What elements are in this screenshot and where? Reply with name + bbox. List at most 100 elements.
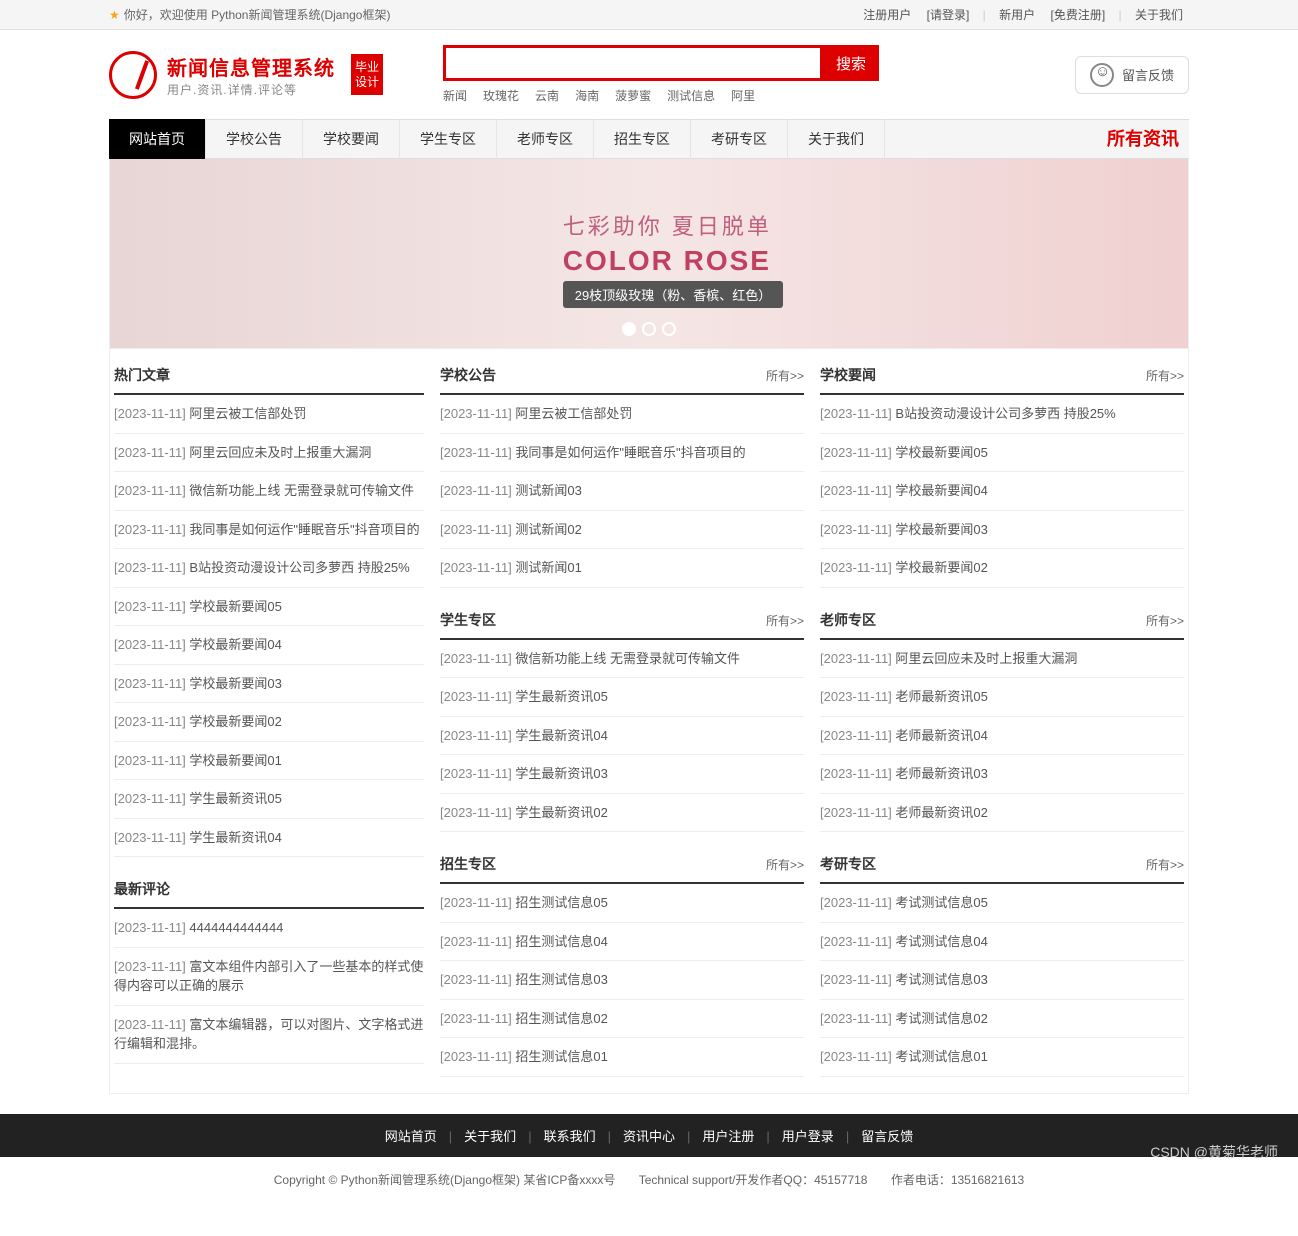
list-item[interactable]: [2023-11-11] 我同事是如何运作"睡眠音乐"抖音项目的: [440, 434, 804, 473]
list-item[interactable]: [2023-11-11] 考试测试信息05: [820, 884, 1184, 923]
school-news-list: [2023-11-11] B站投资动漫设计公司多萝西 持股25%[2023-11…: [820, 395, 1184, 588]
list-item[interactable]: [2023-11-11] 招生测试信息02: [440, 1000, 804, 1039]
nav-item[interactable]: 学校公告: [206, 119, 303, 159]
footer-link[interactable]: 联系我们: [544, 1129, 596, 1144]
list-item[interactable]: [2023-11-11] 学校最新要闻01: [114, 742, 424, 781]
enroll-zone-title: 招生专区: [440, 854, 496, 874]
list-item[interactable]: [2023-11-11] 招生测试信息04: [440, 923, 804, 962]
list-item[interactable]: [2023-11-11] 4444444444444: [114, 909, 424, 948]
list-item[interactable]: [2023-11-11] 学校最新要闻03: [114, 665, 424, 704]
list-item[interactable]: [2023-11-11] 阿里云被工信部处罚: [440, 395, 804, 434]
nav-item[interactable]: 网站首页: [109, 119, 206, 159]
list-item[interactable]: [2023-11-11] 招生测试信息05: [440, 884, 804, 923]
free-register-link[interactable]: [免费注册]: [1051, 8, 1106, 22]
list-item[interactable]: [2023-11-11] 考试测试信息04: [820, 923, 1184, 962]
footer-link[interactable]: 用户登录: [782, 1129, 834, 1144]
list-item[interactable]: [2023-11-11] 学校最新要闻02: [820, 549, 1184, 588]
list-item[interactable]: [2023-11-11] 测试新闻03: [440, 472, 804, 511]
list-item[interactable]: [2023-11-11] 老师最新资讯02: [820, 794, 1184, 833]
list-item[interactable]: [2023-11-11] 学生最新资讯05: [114, 780, 424, 819]
hot-articles-title: 热门文章: [114, 365, 424, 395]
footer-link[interactable]: 资讯中心: [623, 1129, 675, 1144]
more-link[interactable]: 所有>>: [766, 367, 804, 384]
more-link[interactable]: 所有>>: [1146, 367, 1184, 384]
list-item[interactable]: [2023-11-11] 招生测试信息03: [440, 961, 804, 1000]
student-zone-list: [2023-11-11] 微信新功能上线 无需登录就可传输文件[2023-11-…: [440, 640, 804, 833]
list-item[interactable]: [2023-11-11] 考试测试信息01: [820, 1038, 1184, 1077]
list-item[interactable]: [2023-11-11] 我同事是如何运作"睡眠音乐"抖音项目的: [114, 511, 424, 550]
list-item[interactable]: [2023-11-11] 学生最新资讯04: [440, 717, 804, 756]
hot-word[interactable]: 测试信息: [667, 89, 715, 103]
list-item[interactable]: [2023-11-11] 学生最新资讯04: [114, 819, 424, 858]
footer: 网站首页|关于我们|联系我们|资讯中心|用户注册|用户登录|留言反馈 Copyr…: [0, 1114, 1298, 1202]
more-link[interactable]: 所有>>: [766, 856, 804, 873]
list-item[interactable]: [2023-11-11] 学校最新要闻05: [820, 434, 1184, 473]
hot-word[interactable]: 海南: [575, 89, 599, 103]
hot-word[interactable]: 云南: [535, 89, 559, 103]
hot-word[interactable]: 阿里: [731, 89, 755, 103]
school-news-title: 学校要闻: [820, 365, 876, 385]
list-item[interactable]: [2023-11-11] 学生最新资讯03: [440, 755, 804, 794]
teacher-zone-list: [2023-11-11] 阿里云回应未及时上报重大漏洞[2023-11-11] …: [820, 640, 1184, 833]
list-item[interactable]: [2023-11-11] 测试新闻01: [440, 549, 804, 588]
list-item[interactable]: [2023-11-11] 老师最新资讯05: [820, 678, 1184, 717]
enroll-zone-list: [2023-11-11] 招生测试信息05[2023-11-11] 招生测试信息…: [440, 884, 804, 1077]
list-item[interactable]: [2023-11-11] 富文本组件内部引入了一些基本的样式使得内容可以正确的展…: [114, 948, 424, 1006]
school-notice-title: 学校公告: [440, 365, 496, 385]
hot-word[interactable]: 新闻: [443, 89, 467, 103]
more-link[interactable]: 所有>>: [1146, 856, 1184, 873]
author-phone: 作者电话：13516821613: [891, 1173, 1024, 1187]
list-item[interactable]: [2023-11-11] 测试新闻02: [440, 511, 804, 550]
nav-item[interactable]: 招生专区: [594, 119, 691, 159]
footer-link[interactable]: 用户注册: [702, 1129, 754, 1144]
more-link[interactable]: 所有>>: [766, 612, 804, 629]
nav-item[interactable]: 老师专区: [497, 119, 594, 159]
list-item[interactable]: [2023-11-11] 招生测试信息01: [440, 1038, 804, 1077]
list-item[interactable]: [2023-11-11] 考试测试信息02: [820, 1000, 1184, 1039]
list-item[interactable]: [2023-11-11] 学校最新要闻05: [114, 588, 424, 627]
list-item[interactable]: [2023-11-11] 老师最新资讯03: [820, 755, 1184, 794]
list-item[interactable]: [2023-11-11] 学校最新要闻02: [114, 703, 424, 742]
nav-item[interactable]: 考研专区: [691, 119, 788, 159]
list-item[interactable]: [2023-11-11] B站投资动漫设计公司多萝西 持股25%: [114, 549, 424, 588]
search-input[interactable]: [443, 45, 823, 81]
hot-articles-list: [2023-11-11] 阿里云被工信部处罚[2023-11-11] 阿里云回应…: [114, 395, 424, 857]
all-news-link[interactable]: 所有资讯: [1087, 119, 1189, 159]
footer-link[interactable]: 留言反馈: [861, 1129, 913, 1144]
login-link[interactable]: [请登录]: [927, 8, 970, 22]
latest-comments-list: [2023-11-11] 4444444444444[2023-11-11] 富…: [114, 909, 424, 1064]
tech-support: Technical support/开发作者QQ：45157718: [639, 1173, 868, 1187]
list-item[interactable]: [2023-11-11] 学生最新资讯02: [440, 794, 804, 833]
list-item[interactable]: [2023-11-11] 微信新功能上线 无需登录就可传输文件: [114, 472, 424, 511]
hot-word[interactable]: 菠萝蜜: [615, 89, 651, 103]
footer-nav: 网站首页|关于我们|联系我们|资讯中心|用户注册|用户登录|留言反馈: [0, 1114, 1298, 1157]
list-item[interactable]: [2023-11-11] 学校最新要闻04: [114, 626, 424, 665]
banner[interactable]: 七彩助你 夏日脱单 COLOR ROSE 29枝顶级玫瑰（粉、香槟、红色）: [109, 159, 1189, 349]
list-item[interactable]: [2023-11-11] 考试测试信息03: [820, 961, 1184, 1000]
search-button[interactable]: 搜索: [823, 45, 879, 81]
list-item[interactable]: [2023-11-11] 阿里云被工信部处罚: [114, 395, 424, 434]
list-item[interactable]: [2023-11-11] 学校最新要闻04: [820, 472, 1184, 511]
list-item[interactable]: [2023-11-11] 阿里云回应未及时上报重大漏洞: [114, 434, 424, 473]
list-item[interactable]: [2023-11-11] 老师最新资讯04: [820, 717, 1184, 756]
footer-link[interactable]: 网站首页: [385, 1129, 437, 1144]
nav-item[interactable]: 学校要闻: [303, 119, 400, 159]
carousel-dots[interactable]: [622, 322, 676, 336]
list-item[interactable]: [2023-11-11] 富文本编辑器，可以对图片、文字格式进行编辑和混排。: [114, 1006, 424, 1064]
list-item[interactable]: [2023-11-11] 阿里云回应未及时上报重大漏洞: [820, 640, 1184, 679]
list-item[interactable]: [2023-11-11] 学生最新资讯05: [440, 678, 804, 717]
list-item[interactable]: [2023-11-11] 微信新功能上线 无需登录就可传输文件: [440, 640, 804, 679]
site-header: 新闻信息管理系统 用户.资讯.详情.评论等 毕业设计 搜索 新闻 玫瑰花 云南 海南 菠…: [109, 30, 1189, 119]
footer-link[interactable]: 关于我们: [464, 1129, 516, 1144]
list-item[interactable]: [2023-11-11] 学校最新要闻03: [820, 511, 1184, 550]
top-bar: ★你好，欢迎使用 Python新闻管理系统(Django框架) 注册用户 [请登…: [0, 0, 1298, 30]
hot-word[interactable]: 玫瑰花: [483, 89, 519, 103]
more-link[interactable]: 所有>>: [1146, 612, 1184, 629]
user-icon: [1090, 63, 1114, 87]
logo[interactable]: 新闻信息管理系统 用户.资讯.详情.评论等 毕业设计: [109, 51, 383, 99]
feedback-button[interactable]: 留言反馈: [1075, 56, 1189, 94]
about-link[interactable]: 关于我们: [1135, 8, 1183, 22]
nav-item[interactable]: 关于我们: [788, 119, 885, 159]
nav-item[interactable]: 学生专区: [400, 119, 497, 159]
list-item[interactable]: [2023-11-11] B站投资动漫设计公司多萝西 持股25%: [820, 395, 1184, 434]
